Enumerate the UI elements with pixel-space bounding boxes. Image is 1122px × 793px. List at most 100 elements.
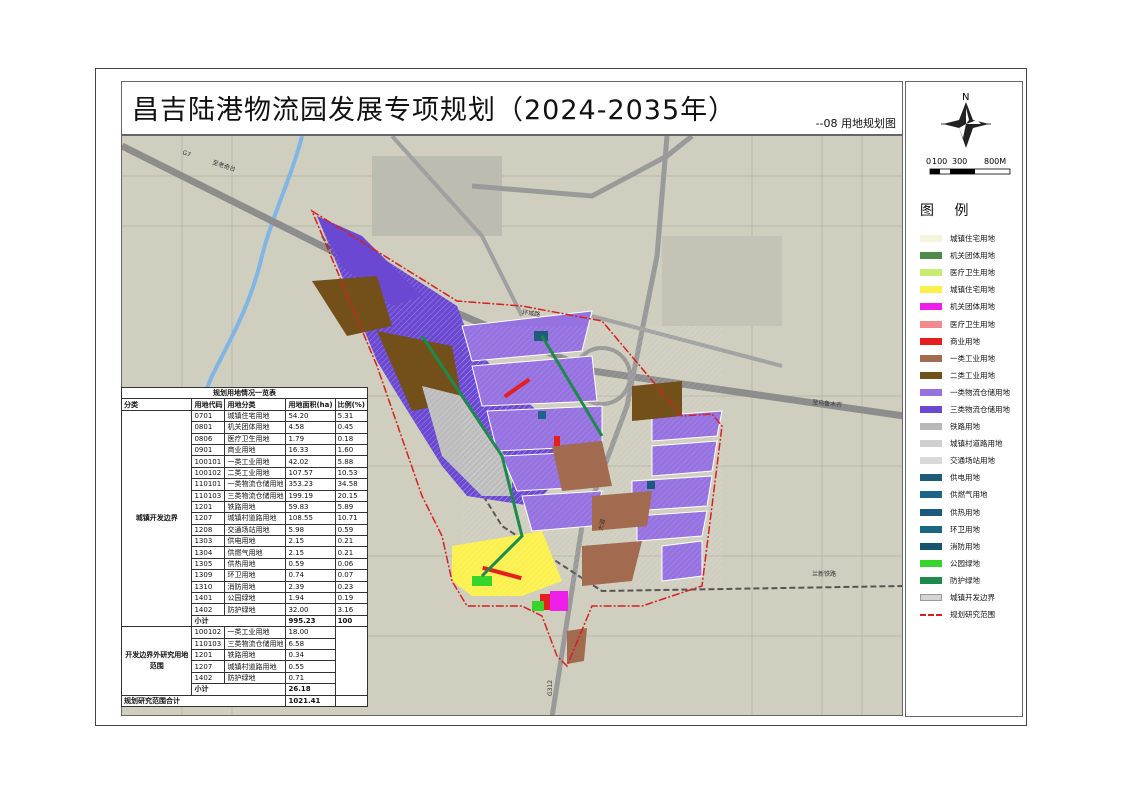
table-cell: 100102 bbox=[191, 626, 226, 639]
table-cell: 0.21 bbox=[334, 535, 369, 548]
table-cell: 1.60 bbox=[334, 443, 369, 457]
table-cell: 107.57 bbox=[285, 466, 336, 480]
table-total-row: 规划研究范围合计 1021.41 bbox=[120, 694, 369, 707]
table-cell: 1305 bbox=[191, 557, 226, 571]
table-caption-row: 规划用地情况一览表 bbox=[121, 386, 368, 400]
table-row: 开发边界外研究用地范围 100102 一类工业用地 18.00 bbox=[120, 626, 369, 696]
table-cell: 1402 bbox=[191, 671, 226, 685]
table-cell: 1201 bbox=[191, 500, 226, 514]
table-subtotal-label: 小计 bbox=[191, 614, 287, 628]
legend-swatch bbox=[920, 525, 942, 533]
table-cell: 1401 bbox=[191, 592, 226, 605]
legend-item: 供燃气用地 bbox=[920, 486, 1024, 503]
legend-label: 铁路用地 bbox=[950, 422, 980, 432]
table-cell: 0.06 bbox=[334, 557, 369, 571]
table-cell: 0.19 bbox=[334, 592, 369, 605]
north-label: N bbox=[962, 92, 969, 103]
legend-item: 三类物流仓储用地 bbox=[920, 401, 1024, 418]
table-header-row: 分类 用地代码 用地分类 用地面积(ha) 比例(%) bbox=[120, 398, 369, 411]
legend-item: 城镇村道路用地 bbox=[920, 435, 1024, 452]
legend-item: 公园绿地 bbox=[920, 555, 1024, 572]
north-arrow: N bbox=[931, 90, 1001, 150]
table-cell: 18.00 bbox=[285, 626, 336, 639]
land-utility bbox=[534, 331, 548, 341]
land-industrial-1 bbox=[552, 441, 612, 491]
table-cell: 1208 bbox=[191, 523, 226, 537]
land-park bbox=[532, 601, 544, 611]
table-caption: 规划用地情况一览表 bbox=[121, 386, 368, 400]
table-cell: 交通场站用地 bbox=[224, 523, 287, 537]
legend-label: 供燃气用地 bbox=[950, 490, 988, 500]
table-subtotal-ratio: 100 bbox=[334, 614, 369, 628]
table-cell: 1207 bbox=[191, 512, 226, 525]
legend-swatch bbox=[920, 594, 942, 602]
table-subtotal-label: 小计 bbox=[191, 683, 287, 696]
scale-label-100: 100 bbox=[932, 157, 947, 166]
table-cell: 1207 bbox=[191, 660, 226, 673]
legend-label: 机关团体用地 bbox=[950, 251, 995, 261]
map-title: 昌吉陆港物流园发展专项规划（2024-2035年） bbox=[132, 95, 737, 126]
table-cell: 供燃气用地 bbox=[224, 546, 287, 559]
table-cell: 0801 bbox=[191, 421, 226, 434]
table-cell: 三类物流仓储用地 bbox=[224, 637, 287, 651]
table-cell: 医疗卫生用地 bbox=[224, 432, 287, 445]
table-cell: 199.19 bbox=[285, 489, 336, 502]
table-cell: 2.15 bbox=[285, 535, 336, 548]
legend-label: 消防用地 bbox=[950, 541, 980, 551]
legend-item: 消防用地 bbox=[920, 538, 1024, 555]
land-utility bbox=[647, 481, 655, 489]
label-rail: 兰新铁路 bbox=[812, 570, 836, 578]
legend-label: 环卫用地 bbox=[950, 524, 980, 534]
table-cell: 供电用地 bbox=[224, 535, 287, 548]
table-cell: 机关团体用地 bbox=[224, 421, 287, 434]
scale-label-800: 800M bbox=[984, 157, 1006, 166]
legend-label: 城镇住宅用地 bbox=[950, 234, 995, 244]
table-header: 用地代码 bbox=[191, 398, 226, 411]
legend-item: 供热用地 bbox=[920, 504, 1024, 521]
legend-item: 医疗卫生用地 bbox=[920, 315, 1024, 332]
legend-item: 机关团体用地 bbox=[920, 298, 1024, 315]
legend-swatch bbox=[920, 235, 942, 243]
legend-label: 医疗卫生用地 bbox=[950, 319, 995, 329]
land-park bbox=[472, 576, 492, 586]
land-utility bbox=[538, 411, 546, 419]
table-cell: 1201 bbox=[191, 648, 226, 662]
table-cell: 城镇村道路用地 bbox=[224, 660, 287, 673]
table-cell: 0.55 bbox=[285, 660, 336, 673]
table-cell: 5.98 bbox=[285, 523, 336, 537]
table-cell: 1310 bbox=[191, 580, 226, 594]
table-header: 用地面积(ha) bbox=[285, 398, 336, 411]
table-cell: 10.71 bbox=[334, 512, 369, 525]
table-cell: 0.18 bbox=[334, 432, 369, 445]
table-cell: 32.00 bbox=[285, 603, 336, 616]
legend-panel: N 0 100 300 800M 图 例 城镇住宅用地 机关团体用地 医疗卫生用地城… bbox=[905, 81, 1023, 717]
legend-swatch bbox=[920, 576, 942, 584]
table-cell: 16.33 bbox=[285, 443, 336, 457]
table-cell: 0.21 bbox=[334, 546, 369, 559]
table-cell: 0.74 bbox=[285, 569, 336, 582]
table-cell: 一类工业用地 bbox=[224, 626, 287, 639]
legend-label: 公园绿地 bbox=[950, 558, 980, 568]
table-cell: 消防用地 bbox=[224, 580, 287, 594]
legend-label: 城镇开发边界 bbox=[950, 593, 995, 603]
legend-swatch bbox=[920, 508, 942, 516]
table-cell: 0.34 bbox=[285, 648, 336, 662]
legend-swatch bbox=[920, 371, 942, 379]
table-cell: 0.07 bbox=[334, 569, 369, 582]
table-empty-cell bbox=[334, 626, 369, 696]
table-group-label: 城镇开发边界 bbox=[120, 409, 193, 628]
scale-label-0: 0 bbox=[926, 157, 931, 166]
legend-swatch bbox=[920, 559, 942, 567]
legend-item: 规划研究范围 bbox=[920, 606, 1024, 623]
legend-item: 一类工业用地 bbox=[920, 350, 1024, 367]
table-cell: 0806 bbox=[191, 432, 226, 445]
legend-title: 图 例 bbox=[920, 203, 977, 219]
table-cell: 0.23 bbox=[334, 580, 369, 594]
table-empty-cell bbox=[334, 694, 369, 707]
table-cell: 110103 bbox=[191, 637, 226, 651]
table-cell: 108.55 bbox=[285, 512, 336, 525]
table-cell: 商业用地 bbox=[224, 443, 287, 457]
table-header: 分类 bbox=[120, 398, 193, 411]
legend-label: 三类物流仓储用地 bbox=[950, 404, 1010, 414]
legend-item: 二类工业用地 bbox=[920, 367, 1024, 384]
